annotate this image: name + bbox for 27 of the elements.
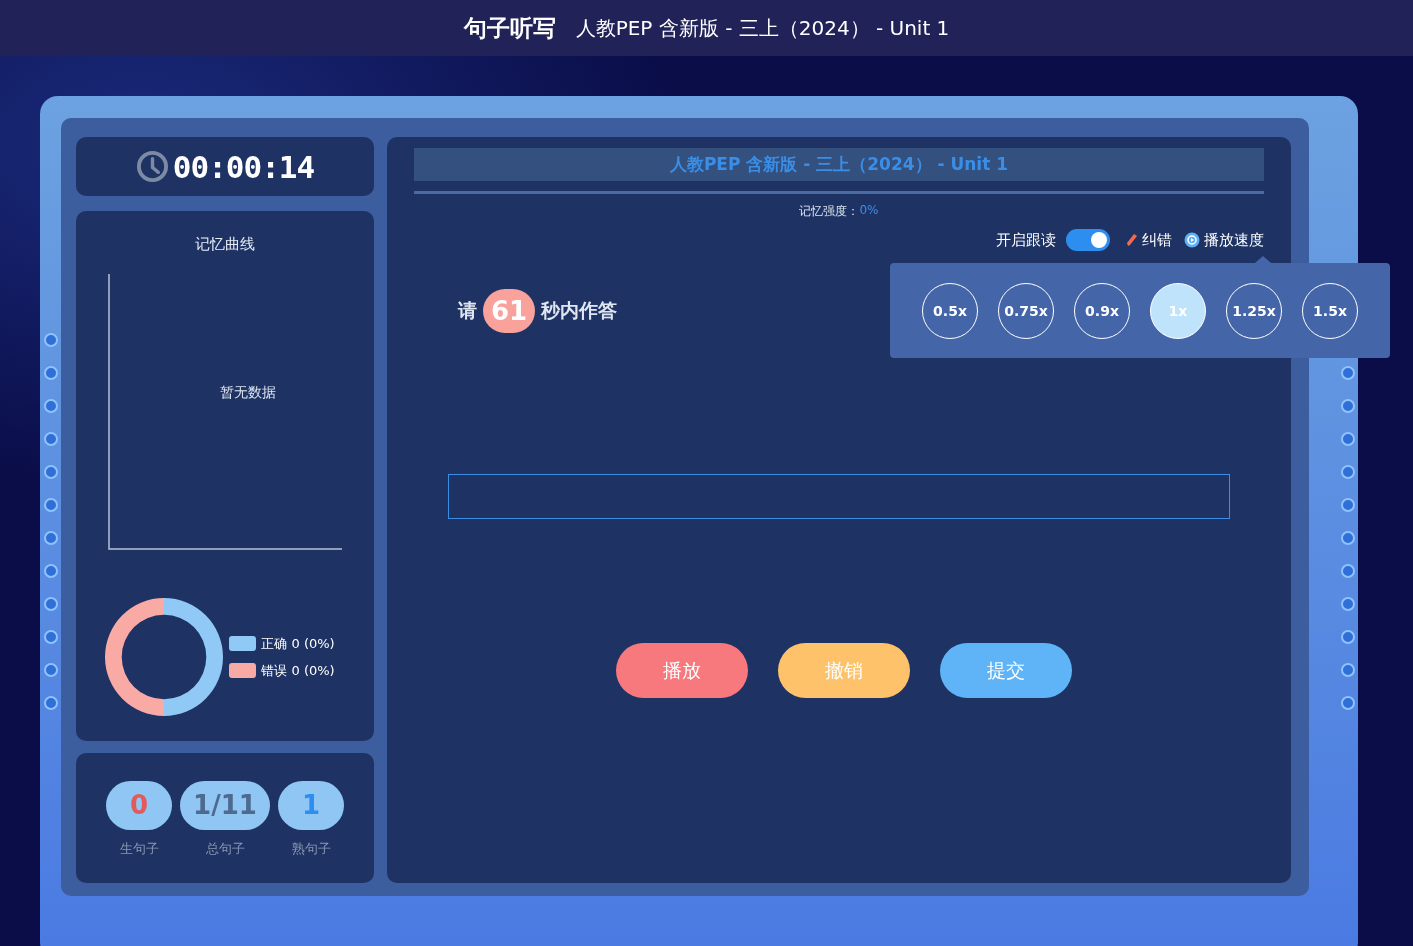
- memory-strength-label: 记忆强度：: [799, 203, 860, 220]
- page-subtitle: 人教PEP 含新版 - 三上（2024） - Unit 1: [575, 14, 950, 42]
- speed-icon: [1184, 232, 1200, 248]
- legend-label: 错误 0 (0%): [261, 661, 335, 680]
- memory-strength-value: 0%: [859, 203, 879, 219]
- page-title: 句子听写: [463, 13, 556, 43]
- stat-label: 熟句子: [291, 839, 331, 858]
- stat-value: 1/11: [180, 780, 270, 830]
- elapsed-time: 00:00:14: [172, 148, 315, 185]
- pencil-icon: [1126, 233, 1138, 247]
- stat-label: 总句子: [205, 839, 245, 858]
- seconds-badge: 61: [483, 289, 535, 333]
- stat-value: 0: [106, 780, 172, 830]
- clock-icon: [135, 150, 169, 184]
- follow-read-label: 开启跟读: [996, 230, 1056, 250]
- countdown-text: 请: [458, 298, 477, 323]
- correction-link[interactable]: 纠错: [1142, 230, 1172, 250]
- answer-field[interactable]: [448, 474, 1230, 519]
- chart-title: 记忆曲线: [195, 235, 255, 255]
- lesson-header: 人教PEP 含新版 - 三上（2024） - Unit 1: [414, 148, 1264, 181]
- follow-read-toggle[interactable]: [1066, 229, 1110, 251]
- legend-label: 正确 0 (0%): [261, 634, 335, 653]
- stat-value: 1: [278, 780, 344, 830]
- playback-speed-link[interactable]: 播放速度: [1204, 230, 1264, 250]
- countdown-text: 秒内作答: [541, 298, 617, 323]
- stat-label: 生句子: [119, 839, 159, 858]
- empty-text: 暂无数据: [220, 384, 276, 403]
